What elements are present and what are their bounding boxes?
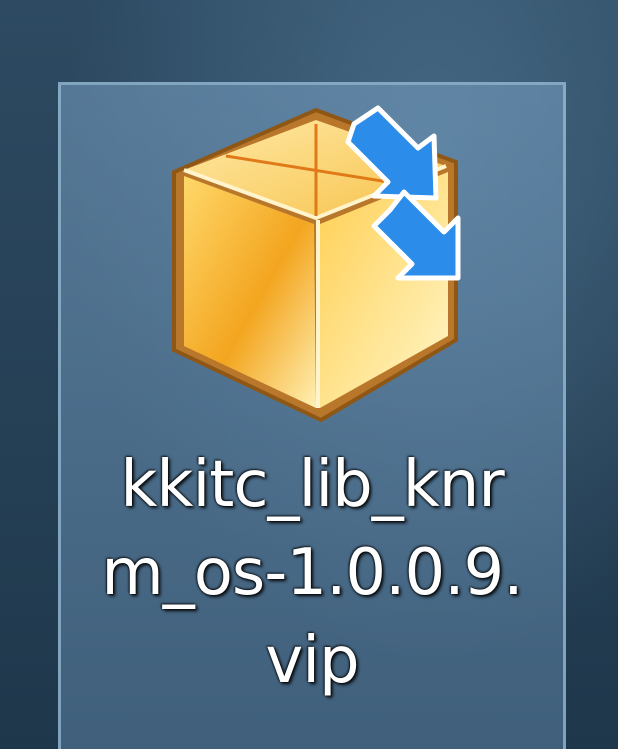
file-name-line-1: kkitc_lib_knr	[120, 448, 504, 522]
file-name-line-2: m_os-1.0.0.9.	[101, 536, 523, 610]
file-name-label: kkitc_lib_knr m_os-1.0.0.9. vip	[61, 441, 563, 705]
file-name-line-3: vip	[265, 624, 359, 698]
desktop-background: kkitc_lib_knr m_os-1.0.0.9. vip	[0, 0, 618, 749]
desktop-icon-vip-file[interactable]: kkitc_lib_knr m_os-1.0.0.9. vip	[58, 82, 566, 749]
vip-package-icon	[172, 105, 461, 423]
